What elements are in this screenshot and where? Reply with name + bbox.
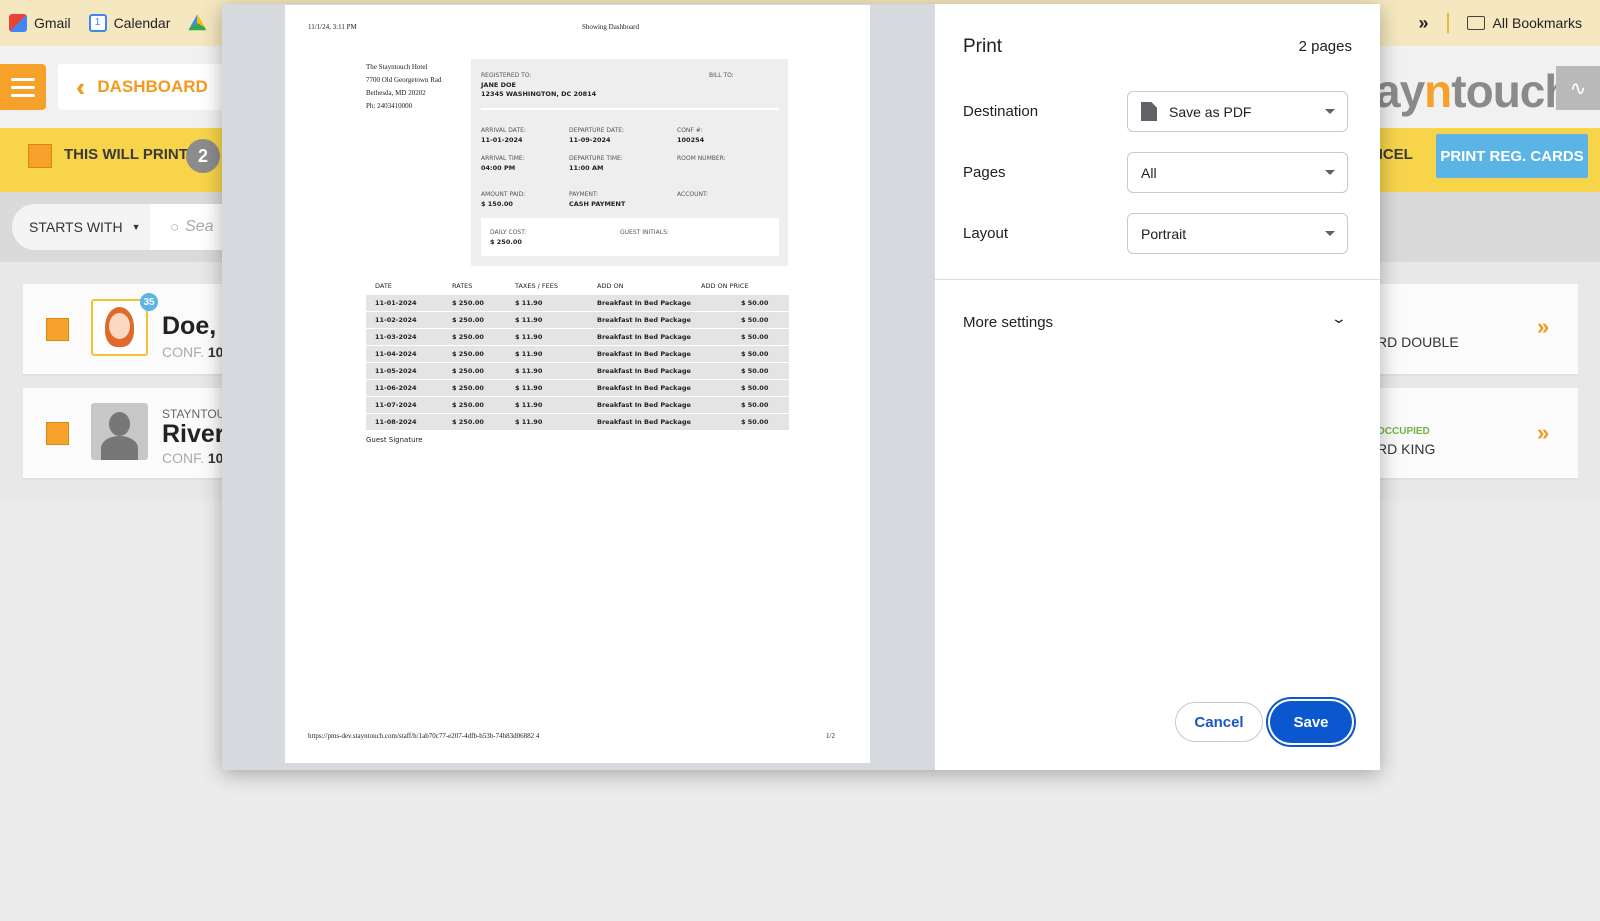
destination-select[interactable]: Save as PDF: [1127, 91, 1348, 132]
page-count: 2 pages: [1298, 38, 1352, 55]
dropdown-arrow-icon: [1325, 231, 1335, 236]
print-settings-panel: Print 2 pages Destination Save as PDF Pa…: [935, 4, 1380, 770]
folder-icon: [1466, 16, 1485, 30]
calendar-icon: 1: [88, 14, 107, 32]
bookmarks-separator: [1446, 13, 1449, 33]
guest-conf: CONF. 10: [162, 450, 224, 466]
starts-with-dropdown[interactable]: STARTS WITH ▼: [12, 204, 150, 250]
more-settings-toggle[interactable]: More settings: [963, 314, 1053, 331]
table-row: 11-06-2024 $ 250.00 $ 11.90 Breakfast In Be…: [366, 380, 789, 397]
table-row: 11-03-2024 $ 250.00 $ 11.90 Breakfast In Be…: [366, 329, 789, 346]
all-bookmarks-label: All Bookmarks: [1492, 15, 1582, 31]
guest-avatar-placeholder: [91, 403, 148, 460]
guest-name: River: [162, 420, 225, 448]
guest-signature-label: Guest Signature: [366, 436, 423, 444]
pages-label: Pages: [963, 164, 1006, 181]
more-bookmarks-icon[interactable]: »: [1419, 13, 1429, 34]
pages-select[interactable]: All: [1127, 152, 1348, 193]
preview-page: 11/1/24, 3:11 PM Showing Dashboard The S…: [285, 5, 870, 763]
document-icon: [1141, 102, 1157, 121]
dropdown-arrow-icon: [1325, 109, 1335, 114]
print-preview: 11/1/24, 3:11 PM Showing Dashboard The S…: [222, 4, 935, 770]
caret-down-icon: ▼: [131, 222, 141, 232]
bookmark-gmail[interactable]: Gmail: [0, 14, 80, 32]
save-button[interactable]: Save: [1270, 701, 1352, 743]
bookmark-label: Gmail: [34, 15, 71, 31]
table-row: 11-02-2024 $ 250.00 $ 11.90 Breakfast In Be…: [366, 312, 789, 329]
gmail-icon: [9, 14, 27, 32]
drive-icon: [188, 14, 207, 31]
guest-hotel: STAYNTOU: [162, 407, 226, 421]
room-type: RD DOUBLE: [1377, 334, 1459, 350]
print-reg-cards-button[interactable]: PRINT REG. CARDS: [1436, 134, 1588, 178]
guest-conf: CONF. 10: [162, 344, 224, 360]
print-header-title: Showing Dashboard: [582, 23, 639, 31]
table-row: 11-05-2024 $ 250.00 $ 11.90 Breakfast In Be…: [366, 363, 789, 380]
dropdown-arrow-icon: [1325, 170, 1335, 175]
charges-table: DATE RATES TAXES / FEES ADD ON ADD ON PR…: [366, 278, 789, 431]
guest-checkbox[interactable]: [46, 318, 69, 341]
print-count-badge: 2: [186, 139, 220, 173]
bookmark-label: Calendar: [113, 15, 171, 31]
nights-badge: 35: [140, 293, 158, 311]
table-row: 11-08-2024 $ 250.00 $ 11.90 Breakfast In Be…: [366, 414, 789, 431]
dashboard-label: DASHBOARD: [97, 77, 208, 96]
dashboard-button[interactable]: ‹‹ DASHBOARD: [58, 64, 226, 110]
table-row: 11-01-2024 $ 250.00 $ 11.90 Breakfast In Be…: [366, 295, 789, 312]
destination-label: Destination: [963, 103, 1039, 120]
starts-with-label: STARTS WITH: [29, 219, 123, 235]
table-header: DATE RATES TAXES / FEES ADD ON ADD ON PR…: [375, 282, 749, 290]
double-chevron-right-icon[interactable]: »: [1537, 420, 1550, 446]
guest-checkbox[interactable]: [46, 422, 69, 445]
print-dialog: 11/1/24, 3:11 PM Showing Dashboard The S…: [222, 4, 1380, 770]
hotel-address: The Stayntouch Hotel 7700 Old Georgetown…: [366, 63, 442, 110]
room-type: RD KING: [1377, 441, 1436, 457]
menu-button[interactable]: [0, 64, 46, 110]
print-title: Print: [963, 36, 1003, 57]
layout-value: Portrait: [1141, 225, 1187, 242]
print-page-number: 1/2: [826, 732, 835, 740]
guest-avatar: [91, 299, 148, 356]
bookmark-calendar[interactable]: 1 Calendar: [80, 14, 180, 32]
this-will-print-label: THIS WILL PRINT: [64, 146, 188, 163]
layout-select[interactable]: Portrait: [1127, 213, 1348, 254]
bookmark-drive[interactable]: [179, 14, 215, 32]
search-placeholder: Sea: [185, 218, 214, 235]
chevron-down-icon[interactable]: ⌄: [1331, 310, 1347, 327]
room-status: OCCUPIED: [1377, 426, 1430, 437]
brand-logo: ayntouch: [1375, 65, 1572, 117]
print-footer-url: https://pms-dev.stayntouch.com/staff/h/1…: [308, 732, 540, 740]
double-chevron-left-icon: ‹‹: [76, 71, 88, 102]
guest-name: Doe,: [162, 312, 217, 340]
registration-block: REGISTERED TO: JANE DOE 12345 WASHINGTON…: [471, 59, 788, 266]
layout-label: Layout: [963, 225, 1009, 242]
settings-divider: [935, 279, 1380, 280]
double-chevron-right-icon[interactable]: »: [1537, 314, 1550, 340]
select-all-checkbox[interactable]: [28, 144, 52, 168]
activity-icon[interactable]: ∿: [1556, 66, 1600, 110]
cancel-button[interactable]: Cancel: [1175, 702, 1263, 742]
destination-value: Save as PDF: [1169, 103, 1252, 120]
print-timestamp: 11/1/24, 3:11 PM: [308, 23, 357, 31]
all-bookmarks[interactable]: All Bookmarks: [1466, 15, 1582, 31]
table-row: 11-07-2024 $ 250.00 $ 11.90 Breakfast In Be…: [366, 397, 789, 414]
pages-value: All: [1141, 164, 1157, 181]
search-input[interactable]: ○ Sea: [150, 204, 230, 250]
table-row: 11-04-2024 $ 250.00 $ 11.90 Breakfast In Be…: [366, 346, 789, 363]
search-icon: ○: [170, 218, 180, 236]
